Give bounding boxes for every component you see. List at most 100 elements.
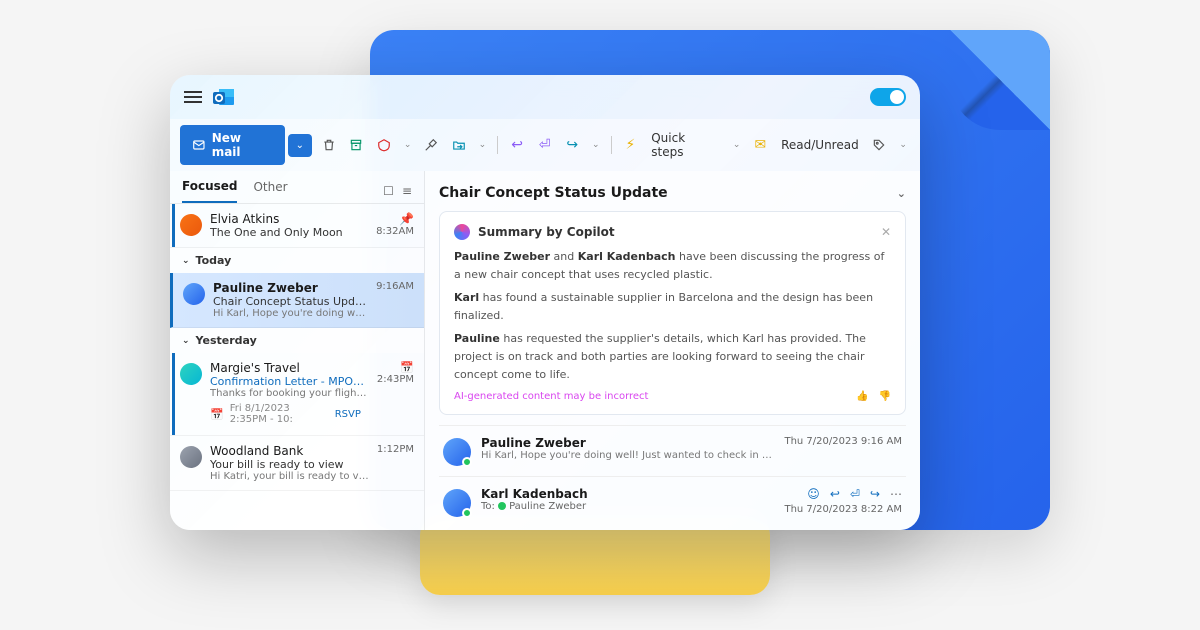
avatar <box>443 438 471 466</box>
hamburger-menu-icon[interactable] <box>184 91 202 103</box>
collapse-icon[interactable]: ⌄ <box>897 187 906 200</box>
message-to: To: Pauline Zweber <box>481 501 774 512</box>
tag-dropdown-icon[interactable]: ⌄ <box>896 134 910 156</box>
reply-all-icon[interactable]: ⏎ <box>534 134 556 156</box>
reading-pane: Chair Concept Status Update ⌄ Summary by… <box>425 171 920 530</box>
email-from: Woodland Bank <box>210 444 369 458</box>
close-icon[interactable]: ✕ <box>881 225 891 239</box>
tab-other[interactable]: Other <box>253 180 287 202</box>
thumbs-down-icon[interactable]: 👎 <box>879 391 891 402</box>
outlook-window: New mail ⌄ ⌄ ⌄ ↩ ⏎ ↪ ⌄ ⚡ Quick steps ⌄ ✉… <box>170 75 920 530</box>
group-yesterday[interactable]: ⌄ Yesterday <box>170 328 424 353</box>
report-dropdown-icon[interactable]: ⌄ <box>401 134 415 156</box>
more-icon[interactable]: ⋯ <box>890 487 902 501</box>
message-list-pane: Focused Other ☐ ≡ Elvia Atkins The One a… <box>170 171 425 530</box>
move-icon[interactable] <box>448 134 470 156</box>
chevron-down-icon: ⌄ <box>182 336 190 346</box>
email-time: 2:43PM <box>377 374 414 385</box>
toolbar: New mail ⌄ ⌄ ⌄ ↩ ⏎ ↪ ⌄ ⚡ Quick steps ⌄ ✉… <box>170 119 920 171</box>
main-area: Focused Other ☐ ≡ Elvia Atkins The One a… <box>170 171 920 530</box>
email-item[interactable]: Woodland Bank Your bill is ready to view… <box>170 436 424 491</box>
forward-dropdown-icon[interactable]: ⌄ <box>589 134 603 156</box>
message-date: Thu 7/20/2023 8:22 AM <box>784 504 902 515</box>
select-mode-icon[interactable]: ☐ <box>383 184 394 198</box>
avatar <box>443 489 471 517</box>
presence-available-icon <box>462 508 472 518</box>
message-sender: Karl Kadenbach <box>481 487 774 501</box>
message-date: Thu 7/20/2023 9:16 AM <box>784 436 902 447</box>
copilot-icon <box>454 224 470 240</box>
email-from: Pauline Zweber <box>213 281 368 295</box>
outlook-logo-icon <box>212 85 236 109</box>
chevron-down-icon: ⌄ <box>182 256 190 266</box>
email-preview: Thanks for booking your flight with Mar.… <box>210 388 369 399</box>
copilot-summary-card: Summary by Copilot ✕ Pauline Zweber and … <box>439 211 906 415</box>
tab-focused[interactable]: Focused <box>182 179 237 203</box>
copilot-paragraph: Karl has found a sustainable supplier in… <box>454 289 891 324</box>
reply-all-icon[interactable]: ⏎ <box>850 487 860 501</box>
new-mail-button[interactable]: New mail <box>180 125 285 165</box>
rsvp-time: Fri 8/1/2023 2:35PM - 10: <box>230 403 321 425</box>
toolbar-separator <box>611 136 612 154</box>
quick-steps-button[interactable]: Quick steps <box>647 131 724 159</box>
copilot-title: Summary by Copilot <box>478 225 615 239</box>
calendar-icon: 📅 <box>210 408 224 421</box>
group-label: Yesterday <box>196 334 257 347</box>
titlebar <box>170 75 920 119</box>
reply-icon[interactable]: ↩ <box>830 487 840 501</box>
email-subject: Your bill is ready to view <box>210 458 369 471</box>
toolbar-separator <box>497 136 498 154</box>
report-icon[interactable] <box>373 134 395 156</box>
email-preview: Hi Katri, your bill is ready to view. Lo… <box>210 471 369 482</box>
email-item-selected[interactable]: Pauline Zweber Chair Concept Status Upda… <box>170 273 424 328</box>
message-sender: Pauline Zweber <box>481 436 774 450</box>
delete-icon[interactable] <box>318 134 340 156</box>
smile-icon[interactable]: ☺ <box>807 487 820 501</box>
move-dropdown-icon[interactable]: ⌄ <box>476 134 490 156</box>
message-row[interactable]: Karl Kadenbach To: Pauline Zweber ☺ ↩ ⏎ … <box>439 476 906 527</box>
calendar-icon: 📅 <box>400 361 414 374</box>
sweep-icon[interactable] <box>420 134 442 156</box>
thumbs-up-icon[interactable]: 👍 <box>856 391 868 402</box>
email-item[interactable]: Margie's Travel Confirmation Letter - MP… <box>170 353 424 436</box>
read-unread-icon[interactable]: ✉ <box>750 134 772 156</box>
message-row[interactable]: Pauline Zweber Hi Karl, Hope you're doin… <box>439 425 906 476</box>
email-from: Elvia Atkins <box>210 212 368 226</box>
reply-icon[interactable]: ↩ <box>506 134 528 156</box>
archive-icon[interactable] <box>346 134 368 156</box>
message-preview: Hi Karl, Hope you're doing well! Just wa… <box>481 450 774 461</box>
inbox-tabs: Focused Other ☐ ≡ <box>170 171 424 204</box>
group-today[interactable]: ⌄ Today <box>170 248 424 273</box>
avatar <box>180 214 202 236</box>
rsvp-button[interactable]: RSVP <box>327 407 369 422</box>
avatar <box>180 363 202 385</box>
quick-steps-icon[interactable]: ⚡ <box>620 134 642 156</box>
ai-disclaimer: AI-generated content may be incorrect <box>454 391 648 402</box>
read-unread-button[interactable]: Read/Unread <box>777 138 863 152</box>
email-subject: Chair Concept Status Update <box>213 295 368 308</box>
presence-available-icon <box>498 502 506 510</box>
email-subject: Confirmation Letter - MPOWMQ <box>210 375 369 388</box>
email-subject: The One and Only Moon <box>210 226 368 239</box>
copilot-paragraph: Pauline has requested the supplier's det… <box>454 330 891 383</box>
presence-available-icon <box>462 457 472 467</box>
filter-icon[interactable]: ≡ <box>402 184 412 198</box>
new-mail-dropdown[interactable]: ⌄ <box>288 134 312 157</box>
email-time: 9:16AM <box>376 281 414 292</box>
forward-icon[interactable]: ↪ <box>870 487 880 501</box>
email-preview: Hi Karl, Hope you're doing well! <box>213 308 368 319</box>
subject-header: Chair Concept Status Update ⌄ <box>439 181 906 211</box>
email-time: 8:32AM <box>376 226 414 237</box>
new-mail-label: New mail <box>212 131 273 159</box>
forward-icon[interactable]: ↪ <box>561 134 583 156</box>
avatar <box>180 446 202 468</box>
theme-toggle[interactable] <box>870 88 906 106</box>
subject-text: Chair Concept Status Update <box>439 185 668 201</box>
email-item[interactable]: Elvia Atkins The One and Only Moon 📌 8:3… <box>170 204 424 248</box>
email-from: Margie's Travel <box>210 361 369 375</box>
quick-steps-dropdown-icon[interactable]: ⌄ <box>730 134 744 156</box>
email-time: 1:12PM <box>377 444 414 455</box>
tag-icon[interactable] <box>869 134 891 156</box>
pin-icon[interactable]: 📌 <box>399 212 414 226</box>
group-label: Today <box>196 254 232 267</box>
